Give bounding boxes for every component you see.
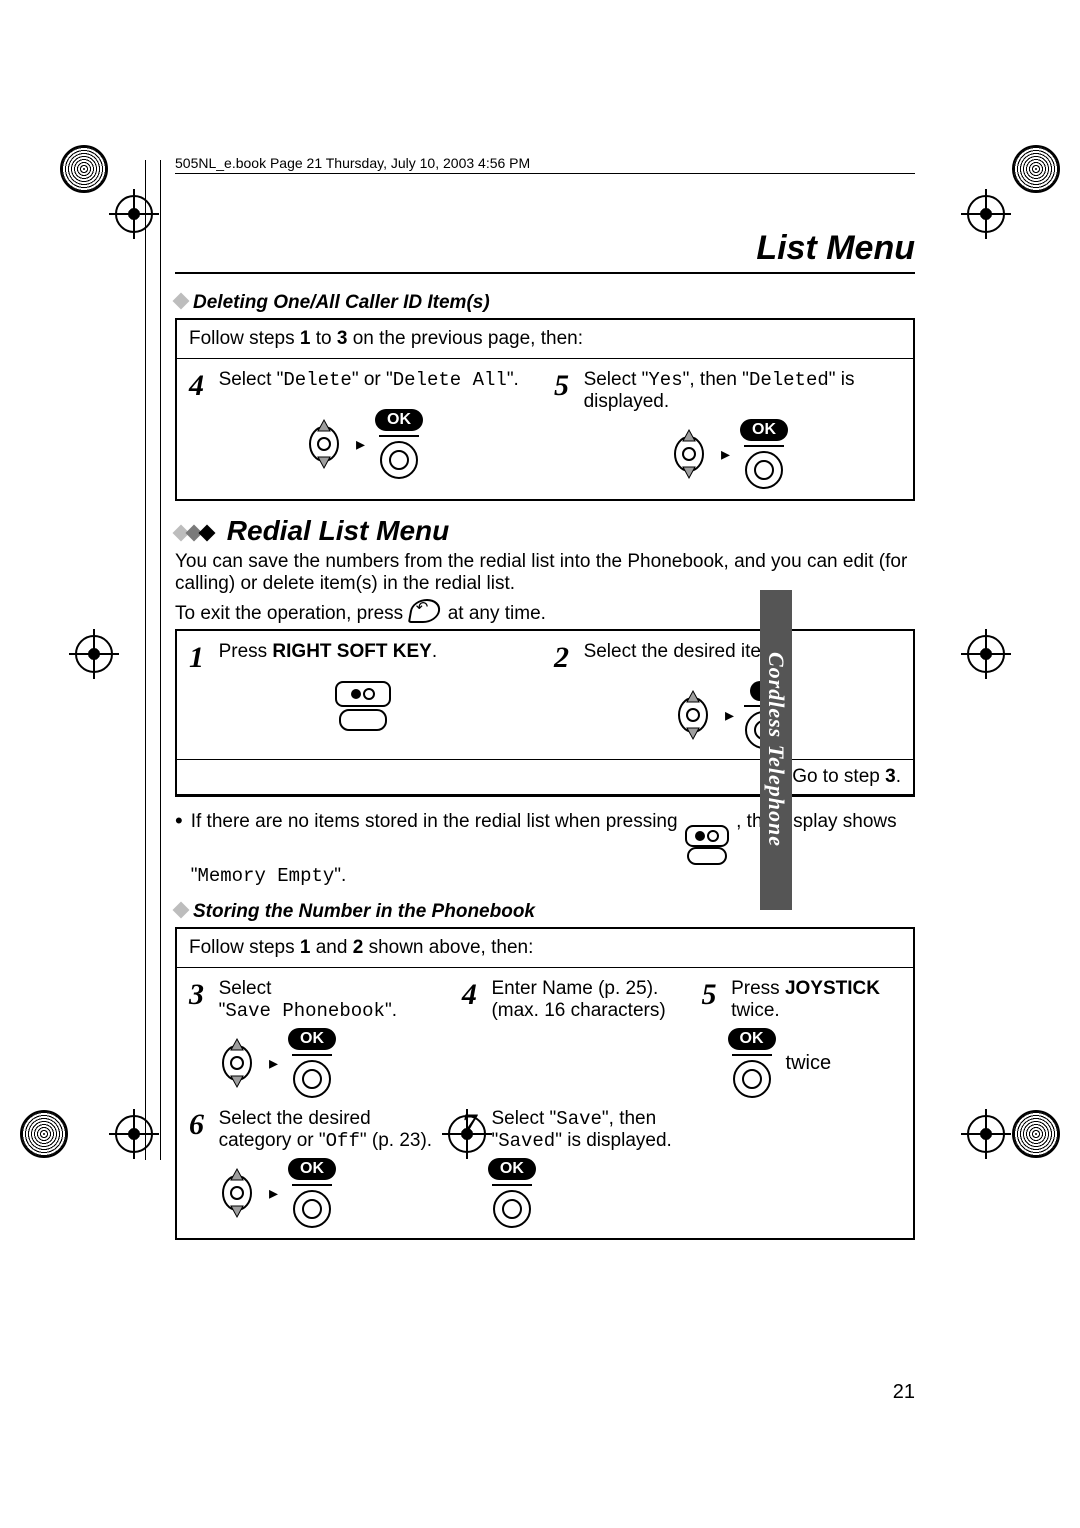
redial-intro-2: To exit the operation, press at any time…: [175, 599, 915, 625]
redial-note: • If there are no items stored in the re…: [175, 811, 915, 887]
diamond-icon: [199, 525, 216, 542]
crop-mark: [75, 635, 113, 673]
running-head: 505NL_e.book Page 21 Thursday, July 10, …: [175, 155, 915, 174]
joystick-updown-icon: [302, 417, 346, 471]
step-7: 7 Select "Save", then "Saved" is display…: [462, 1108, 684, 1228]
box-store: Follow steps 1 and 2 shown above, then: …: [175, 927, 915, 1240]
arrow-right-icon: ▸: [356, 434, 365, 455]
ok-button-icon: OK: [488, 1158, 536, 1228]
joystick-updown-icon: [671, 688, 715, 742]
box-redial-footer: Go to step 3.: [177, 760, 913, 795]
arrow-right-icon: ▸: [721, 444, 730, 465]
ok-button-icon: OK: [740, 419, 788, 489]
print-mark: [1012, 1110, 1060, 1158]
print-mark: [1012, 145, 1060, 193]
page-number: 21: [893, 1381, 915, 1404]
step-4b: 4 Enter Name (p. 25). (max. 16 character…: [462, 978, 684, 1098]
heading-store: Storing the Number in the Phonebook: [175, 901, 915, 923]
arrow-right-icon: ▸: [269, 1053, 278, 1074]
crop-mark: [967, 1115, 1005, 1153]
box-redial: 1 Press RIGHT SOFT KEY. 2 Select the des…: [175, 629, 915, 797]
box-store-header: Follow steps 1 and 2 shown above, then:: [177, 929, 913, 968]
box-delete-header: Follow steps 1 to 3 on the previous page…: [177, 320, 913, 359]
page: 505NL_e.book Page 21 Thursday, July 10, …: [175, 155, 915, 1254]
side-tab: Cordless Telephone: [760, 590, 792, 910]
twice-label: twice: [786, 1052, 832, 1075]
step-3: 3 Select "Save Phonebook". ▸ OK: [189, 978, 444, 1098]
crop-mark: [967, 635, 1005, 673]
joystick-updown-icon: [215, 1036, 259, 1090]
page-title: List Menu: [175, 229, 915, 268]
print-mark: [60, 145, 108, 193]
joystick-updown-icon: [667, 427, 711, 481]
right-soft-key-icon: [335, 681, 391, 731]
ok-button-icon: OK: [288, 1158, 336, 1228]
crop-mark: [967, 195, 1005, 233]
redial-intro-1: You can save the numbers from the redial…: [175, 551, 915, 595]
step-6: 6 Select the desired category or "Off" (…: [189, 1108, 444, 1228]
arrow-right-icon: ▸: [269, 1183, 278, 1204]
diamond-icon: [173, 293, 190, 310]
step-5: 5 Select "Yes", then "Deleted" is displa…: [554, 369, 901, 489]
step-4: 4 Select "Delete" or "Delete All". ▸ OK: [189, 369, 536, 489]
box-delete: Follow steps 1 to 3 on the previous page…: [175, 318, 915, 501]
exit-key-icon: [408, 599, 442, 623]
diamond-icon: [173, 902, 190, 919]
ok-button-icon: OK: [728, 1028, 776, 1098]
step-2: 2 Select the desired item. ▸ ≡: [554, 641, 901, 749]
crop-line: [145, 160, 161, 1160]
joystick-updown-icon: [215, 1166, 259, 1220]
heading-delete: Deleting One/All Caller ID Item(s): [175, 292, 915, 314]
arrow-right-icon: ▸: [725, 705, 734, 726]
right-soft-key-icon: [685, 825, 729, 865]
step-5b: 5 Press JOYSTICK twice. OK twice: [702, 978, 901, 1098]
heading-redial: Redial List Menu: [175, 515, 915, 547]
ok-button-icon: OK: [375, 409, 423, 479]
ok-button-icon: OK: [288, 1028, 336, 1098]
step-1: 1 Press RIGHT SOFT KEY.: [189, 641, 536, 749]
print-mark: [20, 1110, 68, 1158]
page-title-bar: List Menu: [175, 229, 915, 274]
